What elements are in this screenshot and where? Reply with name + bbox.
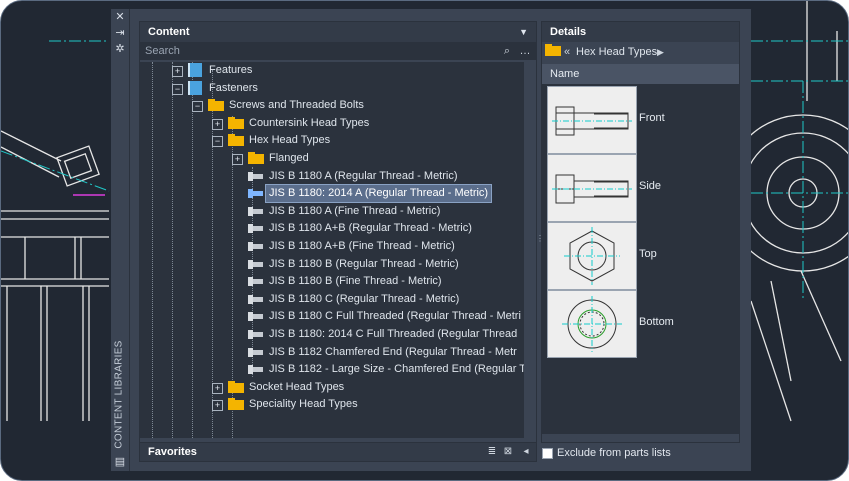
- content-panel-title: Content: [148, 26, 190, 38]
- back-chevron-icon[interactable]: «: [564, 42, 570, 62]
- tree-item-label: JIS B 1180 A (Fine Thread - Metric): [269, 204, 441, 217]
- bolt-part-icon: [248, 346, 263, 359]
- breadcrumb: « Hex Head Types ▶: [542, 42, 739, 62]
- tree-item-label: JIS B 1180 A (Regular Thread - Metric): [269, 169, 458, 182]
- folder-icon: [228, 380, 244, 393]
- more-options-icon[interactable]: …: [517, 43, 533, 59]
- expand-icon[interactable]: +: [232, 154, 243, 165]
- checkbox-box[interactable]: [542, 448, 553, 459]
- collapse-icon[interactable]: −: [172, 83, 183, 95]
- tree-item-label: Flanged: [269, 152, 309, 164]
- palette-side-title: CONTENT LIBRARIES: [113, 340, 125, 449]
- view-label: Front: [639, 112, 665, 124]
- expand-icon[interactable]: +: [212, 382, 223, 394]
- folder-icon: [228, 134, 244, 147]
- tree-item-label: Fasteners: [209, 81, 258, 94]
- content-panel-header: Content ▼: [140, 22, 536, 42]
- bolt-front-view-icon[interactable]: [547, 86, 637, 154]
- details-panel-title: Details: [542, 22, 739, 42]
- bolt-part-icon: [248, 205, 263, 218]
- folder-icon: [228, 116, 244, 129]
- bolt-part-icon: [248, 275, 263, 288]
- tree-item-label: JIS B 1182 Chamfered End (Regular Thread…: [269, 345, 517, 358]
- content-panel: Content ▼ ⌕ … +Features−Fasteners−Screws…: [139, 21, 537, 443]
- gear-icon[interactable]: ✲: [114, 43, 126, 55]
- tree-item-label: JIS B 1180 C Full Threaded (Regular Thre…: [269, 310, 521, 323]
- close-icon[interactable]: ✕: [114, 11, 126, 23]
- view-label: Bottom: [639, 316, 674, 328]
- details-panel: Details « Hex Head Types ▶ Name Front Sid…: [541, 21, 740, 443]
- bolt-part-icon: [248, 293, 263, 306]
- bolt-top-view-icon[interactable]: [547, 222, 637, 290]
- bolt-part-icon: [248, 222, 263, 235]
- bolt-side-view-icon[interactable]: [547, 154, 637, 222]
- bolt-part-icon: [248, 187, 263, 200]
- tree-item-label: Speciality Head Types: [249, 398, 358, 411]
- bolt-part-icon: [248, 258, 263, 271]
- library-icon[interactable]: ▤: [114, 456, 126, 468]
- collapse-left-icon[interactable]: ◂: [520, 446, 532, 458]
- favorites-title: Favorites: [148, 446, 197, 458]
- tree-item-label: Countersink Head Types: [249, 116, 370, 129]
- column-header-name[interactable]: Name: [542, 64, 739, 84]
- bolt-part-icon: [248, 170, 263, 183]
- chevron-right-icon[interactable]: ▶: [657, 42, 664, 62]
- bolt-part-icon: [248, 240, 263, 253]
- collapse-icon[interactable]: −: [212, 136, 223, 148]
- tree-item-label: Hex Head Types: [249, 134, 331, 147]
- folder-icon: [545, 44, 561, 56]
- tree-item-label: JIS B 1182 - Large Size - Chamfered End …: [269, 363, 524, 376]
- collapse-icon[interactable]: −: [192, 101, 203, 113]
- palette-title-strip: ✕ ⇥ ✲ CONTENT LIBRARIES ▤: [111, 9, 130, 471]
- panel-splitter-handle[interactable]: ⋮: [536, 234, 544, 244]
- book-icon: [188, 80, 202, 95]
- bolt-part-icon: [248, 328, 263, 341]
- expand-icon[interactable]: +: [212, 118, 223, 130]
- tree-item-label: JIS B 1180 A+B (Regular Thread - Metric): [269, 222, 472, 235]
- tree-item-label: Screws and Threaded Bolts: [229, 99, 364, 112]
- view-label: Side: [639, 180, 662, 192]
- book-icon: [188, 63, 202, 77]
- expand-icon[interactable]: ⊠: [502, 446, 514, 458]
- tree-item-label: JIS B 1180 A+B (Fine Thread - Metric): [269, 240, 455, 252]
- folder-icon: [228, 398, 244, 411]
- bolt-bottom-view-icon[interactable]: [547, 290, 637, 358]
- breadcrumb-item[interactable]: Hex Head Types: [576, 42, 657, 62]
- folder-icon: [248, 152, 264, 164]
- app-window: ✕ ⇥ ✲ CONTENT LIBRARIES ▤ Content ▼ ⌕ …: [0, 0, 849, 481]
- search-input[interactable]: [143, 43, 497, 59]
- pin-icon[interactable]: ⇥: [114, 27, 126, 39]
- content-tree: + Features − Fasteners − Screws and Threaded …: [140, 62, 524, 438]
- tree-item-label: JIS B 1180: 2014 C Full Threaded (Regula…: [269, 328, 518, 340]
- expand-icon[interactable]: +: [172, 66, 183, 77]
- favorites-bar[interactable]: Favorites ≣ ⊠ ◂: [139, 442, 537, 462]
- tree-item-label: Features: [209, 64, 253, 76]
- search-bar: ⌕ …: [140, 42, 536, 60]
- search-icon[interactable]: ⌕: [499, 43, 515, 59]
- list-view-icon[interactable]: ≣: [486, 446, 498, 458]
- view-thumbnails: Front Side Top Bottom: [542, 84, 739, 434]
- content-libraries-palette: ✕ ⇥ ✲ CONTENT LIBRARIES ▤ Content ▼ ⌕ …: [111, 9, 751, 471]
- bolt-part-icon: [248, 310, 263, 323]
- tree-item-label: JIS B 1180 C (Regular Thread - Metric): [269, 292, 460, 305]
- tree-item-label: JIS B 1180: 2014 A (Regular Thread - Met…: [264, 184, 493, 204]
- view-label: Top: [639, 248, 657, 260]
- tree-item-label: JIS B 1180 B (Fine Thread - Metric): [269, 275, 442, 288]
- bolt-part-icon: [248, 363, 263, 376]
- exclude-label: Exclude from parts lists: [557, 447, 671, 459]
- tree-item-label: JIS B 1180 B (Regular Thread - Metric): [269, 257, 459, 270]
- tree-item-label: Socket Head Types: [249, 380, 345, 393]
- folder-icon: [208, 99, 224, 112]
- chevron-down-icon[interactable]: ▼: [519, 22, 528, 42]
- expand-icon[interactable]: +: [212, 400, 223, 412]
